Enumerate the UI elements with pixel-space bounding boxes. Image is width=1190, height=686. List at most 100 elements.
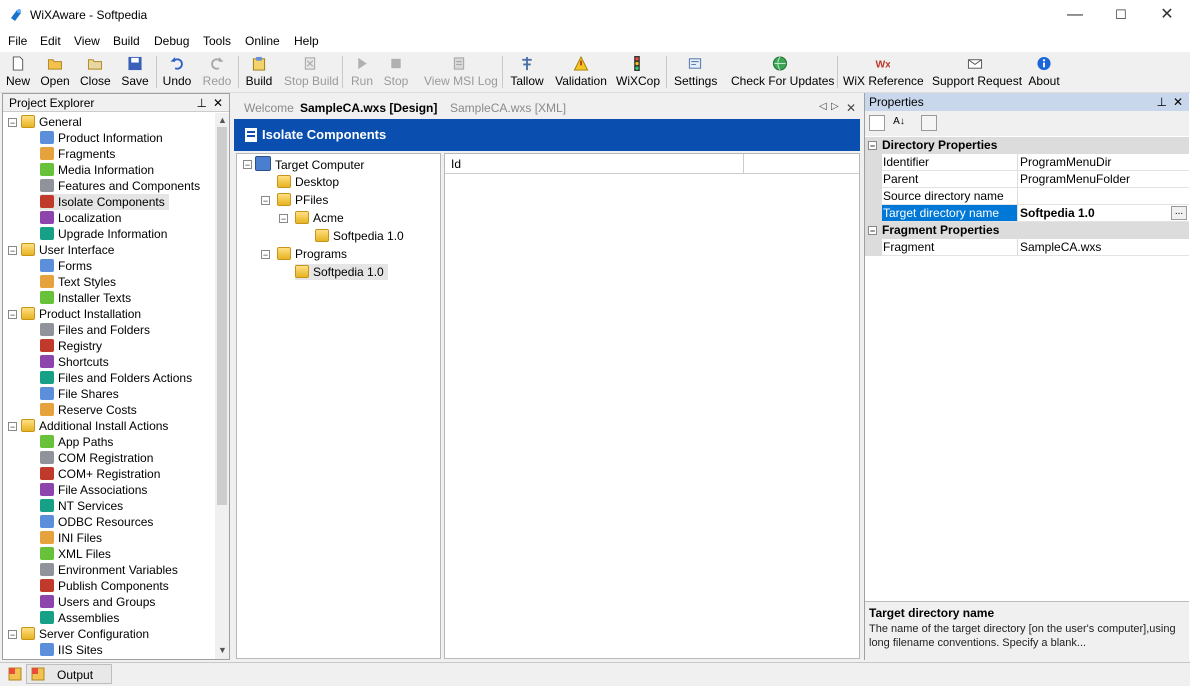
tree-item-features-and-components[interactable]: Features and Components <box>40 178 200 194</box>
tab-welcome[interactable]: Welcome <box>244 101 294 115</box>
tree-item-reserve-costs[interactable]: Reserve Costs <box>40 402 137 418</box>
tree-node-desktop[interactable]: Desktop <box>277 174 339 190</box>
tree-item-shortcuts[interactable]: Shortcuts <box>40 354 109 370</box>
tree-group-user-interface[interactable]: User Interface <box>21 242 114 258</box>
settings-button[interactable]: Settings <box>674 54 717 90</box>
tree-item-product-information[interactable]: Product Information <box>40 130 163 146</box>
about-button[interactable]: About <box>1027 54 1061 90</box>
validation-button[interactable]: Validation <box>555 54 607 90</box>
tree-item-app-paths[interactable]: App Paths <box>40 434 113 450</box>
wix-reference-button[interactable]: Wx WiX Reference <box>843 54 924 90</box>
tree-node-softpedia-programs[interactable]: Softpedia 1.0 <box>295 264 388 280</box>
close-panel-icon[interactable]: ✕ <box>213 94 223 112</box>
redo-button[interactable]: Redo <box>202 54 232 90</box>
expander-target-computer[interactable]: − <box>243 160 252 170</box>
run-button[interactable]: Run <box>348 54 376 90</box>
tree-group-additional-install-actions[interactable]: Additional Install Actions <box>21 418 168 434</box>
menu-help[interactable]: Help <box>294 34 319 48</box>
tree-item-file-shares[interactable]: File Shares <box>40 386 119 402</box>
categorized-view-icon[interactable] <box>869 115 885 131</box>
stop-build-button[interactable]: Stop Build <box>284 54 339 90</box>
wixcop-button[interactable]: WiXCop <box>616 54 660 90</box>
column-id[interactable]: Id <box>451 157 461 171</box>
tree-item-text-styles[interactable]: Text Styles <box>40 274 116 290</box>
collapse-icon[interactable]: − <box>868 226 877 236</box>
tree-item-files-and-folders-actions[interactable]: Files and Folders Actions <box>40 370 192 386</box>
expander-additional-install-actions[interactable]: − <box>8 422 17 432</box>
scroll-down-arrow[interactable]: ▼ <box>218 645 227 655</box>
build-button[interactable]: Build <box>244 54 274 90</box>
expander-server-configuration[interactable]: − <box>8 630 17 640</box>
scroll-up-arrow[interactable]: ▲ <box>218 115 227 125</box>
property-row-identifier[interactable]: Identifier ProgramMenuDir <box>865 154 1189 171</box>
save-button[interactable]: Save <box>120 54 150 90</box>
property-row-parent[interactable]: Parent ProgramMenuFolder <box>865 171 1189 188</box>
tree-item-com-registration[interactable]: COM+ Registration <box>40 466 160 482</box>
tree-item-xml-files[interactable]: XML Files <box>40 546 111 562</box>
tab-xml[interactable]: SampleCA.wxs [XML] <box>450 101 566 115</box>
tree-item-ini-files[interactable]: INI Files <box>40 530 102 546</box>
tree-node-programs[interactable]: Programs <box>277 246 347 262</box>
tree-node-pfiles[interactable]: PFiles <box>277 192 328 208</box>
menu-edit[interactable]: Edit <box>40 34 61 48</box>
tree-group-general[interactable]: General <box>21 114 82 130</box>
expander-programs[interactable]: − <box>261 250 270 260</box>
tree-node-softpedia-acme[interactable]: Softpedia 1.0 <box>315 228 404 244</box>
maximize-button[interactable]: ☐ <box>1098 0 1144 30</box>
tree-item-media-information[interactable]: Media Information <box>40 162 154 178</box>
menu-build[interactable]: Build <box>113 34 140 48</box>
tree-group-product-installation[interactable]: Product Installation <box>21 306 141 322</box>
tree-node-acme[interactable]: Acme <box>295 210 344 226</box>
check-for-updates-button[interactable]: Check For Updates <box>731 54 834 90</box>
expander-general[interactable]: − <box>8 118 17 128</box>
menu-debug[interactable]: Debug <box>154 34 189 48</box>
tree-item-forms[interactable]: Forms <box>40 258 92 274</box>
tree-item-assemblies[interactable]: Assemblies <box>40 610 119 626</box>
expander-pfiles[interactable]: − <box>261 196 270 206</box>
pin-icon[interactable]: ⊥ <box>1157 93 1167 111</box>
tree-item-environment-variables[interactable]: Environment Variables <box>40 562 178 578</box>
stop-button[interactable]: Stop <box>382 54 410 90</box>
tree-item-file-associations[interactable]: File Associations <box>40 482 147 498</box>
browse-button[interactable]: ... <box>1171 206 1187 220</box>
property-row-target-directory-name[interactable]: Target directory name Softpedia 1.0 ... <box>865 205 1189 222</box>
tab-scroll-right-icon[interactable]: ▷ <box>831 101 839 112</box>
property-row-fragment[interactable]: Fragment SampleCA.wxs <box>865 239 1189 256</box>
menu-view[interactable]: View <box>74 34 100 48</box>
expander-acme[interactable]: − <box>279 214 288 224</box>
alphabetical-sort-icon[interactable]: A↓ <box>891 115 907 131</box>
tab-design[interactable]: SampleCA.wxs [Design] <box>300 101 437 115</box>
view-msi-log-button[interactable]: View MSI Log <box>424 54 498 90</box>
minimize-button[interactable]: — <box>1052 0 1098 30</box>
pin-icon[interactable]: ⊥ <box>197 94 207 112</box>
open-button[interactable]: Open <box>40 54 70 90</box>
tree-item-publish-components[interactable]: Publish Components <box>40 578 169 594</box>
property-row-source-directory-name[interactable]: Source directory name <box>865 188 1189 205</box>
close-document-icon[interactable]: ✕ <box>846 101 856 115</box>
tree-item-iis-sites[interactable]: IIS Sites <box>40 642 103 658</box>
tree-item-files-and-folders[interactable]: Files and Folders <box>40 322 150 338</box>
column-divider[interactable] <box>743 154 744 173</box>
property-pages-icon[interactable] <box>921 115 937 131</box>
menu-file[interactable]: File <box>8 34 27 48</box>
category-directory-properties[interactable]: − Directory Properties <box>865 137 1189 154</box>
project-tree-scrollbar[interactable]: ▲ ▼ <box>215 113 229 659</box>
tree-item-sql-databases[interactable]: SQL Databases <box>40 658 142 659</box>
tree-item-installer-texts[interactable]: Installer Texts <box>40 290 131 306</box>
menu-tools[interactable]: Tools <box>203 34 231 48</box>
tree-item-fragments[interactable]: Fragments <box>40 146 115 162</box>
tree-item-registry[interactable]: Registry <box>40 338 102 354</box>
close-button[interactable]: Close <box>80 54 111 90</box>
tree-node-target-computer[interactable]: Target Computer <box>255 156 364 172</box>
tree-item-upgrade-information[interactable]: Upgrade Information <box>40 226 167 242</box>
collapse-icon[interactable]: − <box>868 141 877 151</box>
scrollbar-thumb[interactable] <box>217 127 227 505</box>
tallow-button[interactable]: Tallow <box>508 54 546 90</box>
close-panel-icon[interactable]: ✕ <box>1173 93 1183 111</box>
expander-product-installation[interactable]: − <box>8 310 17 320</box>
undo-button[interactable]: Undo <box>162 54 192 90</box>
menu-online[interactable]: Online <box>245 34 280 48</box>
tree-item-users-and-groups[interactable]: Users and Groups <box>40 594 155 610</box>
tree-item-localization[interactable]: Localization <box>40 210 121 226</box>
new-button[interactable]: New <box>4 54 32 90</box>
